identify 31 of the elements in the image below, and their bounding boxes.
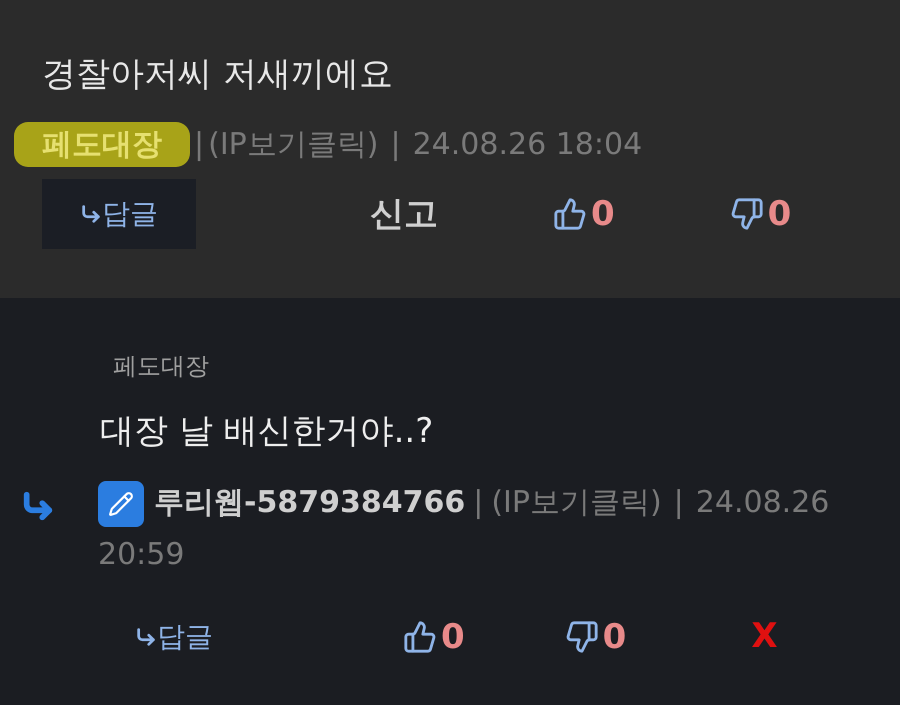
vote-count: 0 bbox=[441, 620, 465, 654]
parent-author: 페도대장 bbox=[113, 351, 210, 382]
comment-text: 경찰아저씨 저새끼에요 bbox=[42, 53, 394, 96]
comment-date: 24.08.26 bbox=[696, 485, 830, 520]
ip-link[interactable]: (IP보기클릭) bbox=[491, 485, 662, 520]
dislike-button[interactable]: 0 bbox=[564, 620, 626, 654]
report-button[interactable]: 신고 bbox=[370, 188, 438, 240]
reply-arrow-icon bbox=[135, 626, 157, 648]
vote-count: 0 bbox=[591, 197, 615, 231]
dislike-button[interactable]: 0 bbox=[730, 197, 792, 231]
edit-badge-icon bbox=[98, 480, 144, 527]
separator: | bbox=[473, 485, 484, 520]
reply-button[interactable]: 답글 bbox=[135, 616, 213, 658]
reply-arrow-icon bbox=[80, 203, 102, 225]
comment-date: 24.08.26 18:04 bbox=[412, 126, 642, 164]
separator: | bbox=[194, 126, 204, 164]
thumbs-up-icon bbox=[403, 620, 437, 654]
separator: | bbox=[674, 485, 684, 520]
reply-text: 대장 날 배신한거야..? bbox=[100, 410, 434, 453]
delete-button[interactable]: X bbox=[751, 611, 778, 662]
author-name[interactable]: 루리웹-5879384766 bbox=[154, 485, 466, 520]
reply-button[interactable]: 답글 bbox=[42, 179, 196, 249]
thumbs-up-icon bbox=[553, 197, 587, 231]
vote-count: 0 bbox=[768, 197, 792, 231]
thumbs-down-icon bbox=[564, 620, 599, 654]
like-button[interactable]: 0 bbox=[553, 197, 615, 231]
separator: | bbox=[390, 126, 401, 164]
comment-time: 20:59 bbox=[98, 537, 184, 572]
vote-count: 0 bbox=[602, 620, 626, 654]
thumbs-down-icon bbox=[730, 197, 764, 231]
like-button[interactable]: 0 bbox=[403, 620, 465, 654]
